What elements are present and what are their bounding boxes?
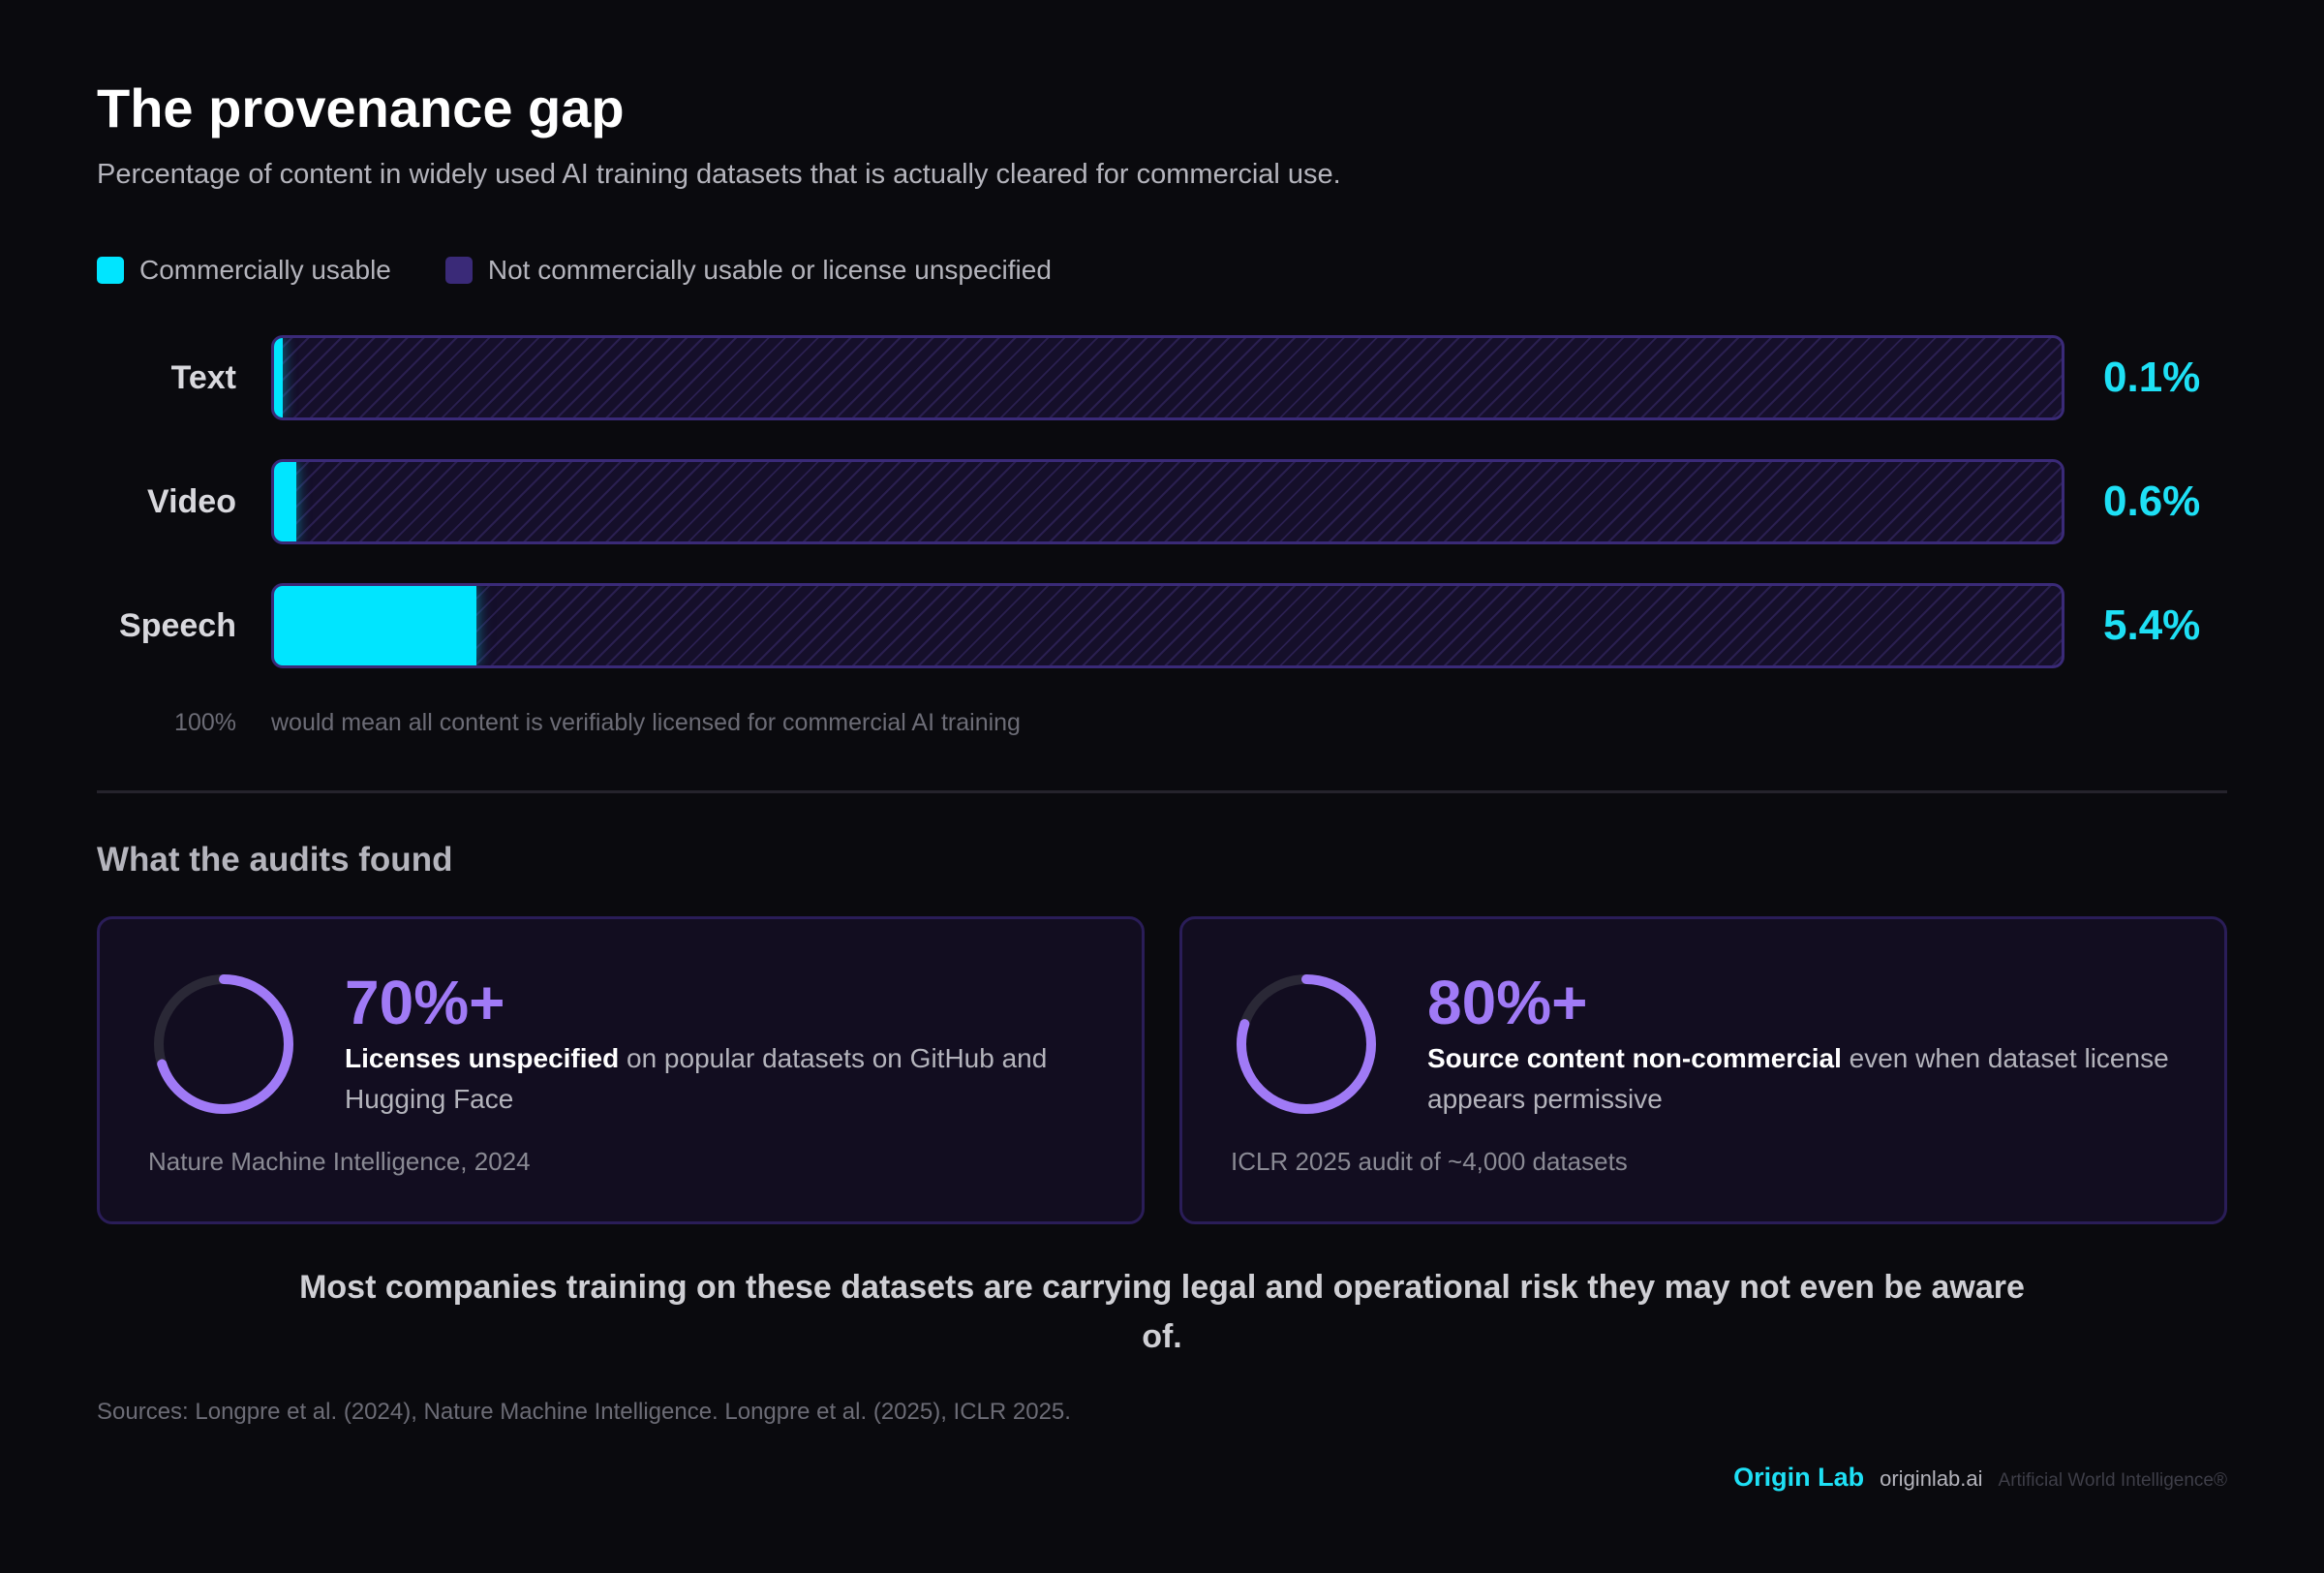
page-subtitle: Percentage of content in widely used AI …: [97, 159, 1341, 190]
legend-swatch-noncommercial: [444, 257, 473, 284]
bar-track-not-commercial: [271, 583, 2064, 668]
bar-track-not-commercial: [271, 459, 2064, 544]
donut-chart-icon: [154, 974, 293, 1114]
card-description: Licenses unspecified on popular datasets…: [345, 1038, 1100, 1120]
bar-row-text: Text 0.1%: [97, 335, 2227, 420]
card-highlight: Source content non-commercial: [1427, 1043, 1842, 1073]
card-stat: 70%+: [345, 968, 505, 1037]
bar-commercially-usable: [274, 338, 283, 417]
bar-value-label: 0.1%: [2103, 354, 2201, 401]
donut-chart-icon: [1237, 974, 1376, 1114]
bar-row-speech: Speech 5.4%: [97, 583, 2227, 668]
legend-item-noncommercial: Not commercially usable or license unspe…: [444, 255, 1052, 286]
bar-category-label: Speech: [119, 607, 236, 644]
audit-card-licenses: 70%+ Licenses unspecified on popular dat…: [97, 916, 1145, 1224]
card-description: Source content non-commercial even when …: [1427, 1038, 2183, 1120]
axis-note-percent: 100%: [174, 709, 236, 736]
card-source: ICLR 2025 audit of ~4,000 datasets: [1231, 1147, 1628, 1176]
card-stat: 80%+: [1427, 968, 1588, 1037]
bar-value-label: 0.6%: [2103, 478, 2201, 525]
brand-url[interactable]: originlab.ai: [1880, 1466, 1982, 1492]
bar-commercially-usable: [274, 586, 477, 665]
section-divider: [97, 790, 2227, 793]
page-title: The provenance gap: [97, 77, 625, 139]
section-title: What the audits found: [97, 841, 453, 879]
sources-note: Sources: Longpre et al. (2024), Nature M…: [97, 1399, 1071, 1425]
audit-card-noncommercial: 80%+ Source content non-commercial even …: [1179, 916, 2227, 1224]
bar-commercially-usable: [274, 462, 297, 541]
brand-tagline: Artificial World Intelligence®: [1998, 1470, 2227, 1491]
bar-value-label: 5.4%: [2103, 601, 2201, 649]
chart-legend: Commercially usable Not commercially usa…: [97, 251, 1106, 290]
bar-category-label: Video: [147, 483, 236, 520]
axis-note: 100% would mean all content is verifiabl…: [97, 705, 2227, 740]
footer: Origin Lab originlab.ai Artificial World…: [1733, 1463, 2227, 1493]
legend-label-commercial: Commercially usable: [139, 255, 391, 285]
conclusion-text: Most companies training on these dataset…: [299, 1269, 2025, 1355]
axis-note-text: would mean all content is verifiably lic…: [271, 709, 1021, 736]
card-source: Nature Machine Intelligence, 2024: [148, 1147, 531, 1176]
card-highlight: Licenses unspecified: [345, 1043, 620, 1073]
legend-label-noncommercial: Not commercially usable or license unspe…: [487, 255, 1052, 285]
legend-item-commercial: Commercially usable: [97, 255, 391, 286]
brand-name: Origin Lab: [1733, 1463, 1865, 1492]
bar-track-not-commercial: [271, 335, 2064, 420]
bar-category-label: Text: [170, 359, 236, 396]
legend-swatch-commercial: [97, 257, 124, 284]
infographic: The provenance gap Percentage of content…: [97, 0, 2227, 1573]
bar-row-video: Video 0.6%: [97, 459, 2227, 544]
